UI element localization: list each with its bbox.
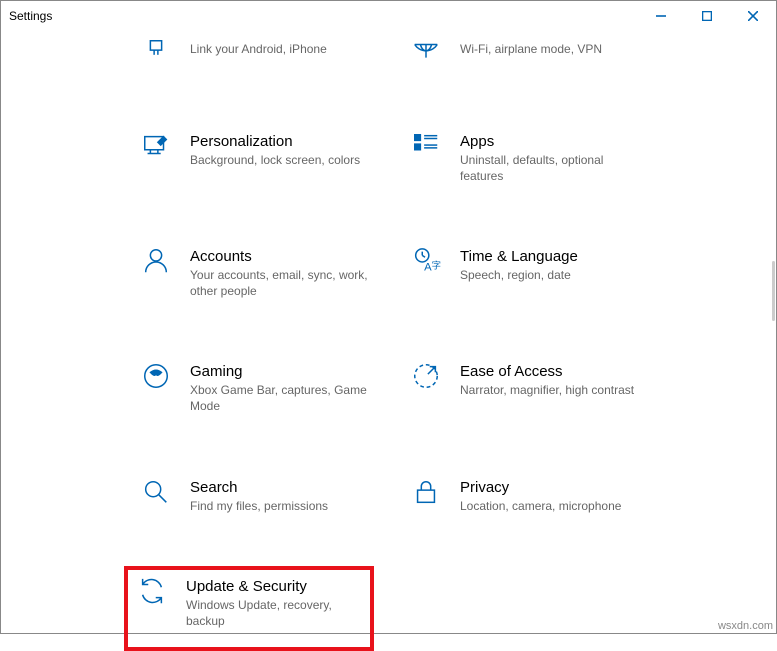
tile-sub: Xbox Game Bar, captures, Game Mode [190, 383, 370, 414]
tile-sub: Narrator, magnifier, high contrast [460, 383, 634, 399]
globe-icon [410, 37, 442, 69]
tile-personalization[interactable]: Personalization Background, lock screen,… [136, 129, 401, 188]
search-icon [140, 477, 172, 509]
highlight-update-security: Update & Security Windows Update, recove… [124, 566, 374, 651]
tile-apps[interactable]: Apps Uninstall, defaults, optional featu… [406, 129, 671, 188]
gaming-icon [140, 361, 172, 393]
tile-sub: Wi-Fi, airplane mode, VPN [460, 42, 602, 58]
tile-gaming[interactable]: Gaming Xbox Game Bar, captures, Game Mod… [136, 359, 401, 418]
tile-phone[interactable]: Link your Android, iPhone [136, 35, 401, 73]
tile-title: Time & Language [460, 248, 578, 265]
tile-title: Privacy [460, 479, 621, 496]
maximize-button[interactable] [684, 1, 730, 31]
svg-text:字: 字 [432, 260, 441, 271]
settings-window: Settings Link your Android, iPhone [0, 0, 777, 634]
window-title: Settings [9, 9, 52, 23]
scrollbar[interactable] [759, 31, 775, 632]
tile-sub: Your accounts, email, sync, work, other … [190, 268, 370, 299]
tile-update-security[interactable]: Update & Security Windows Update, recove… [136, 578, 362, 629]
tile-title: Search [190, 479, 328, 496]
scrollbar-thumb[interactable] [772, 261, 775, 321]
tile-sub: Location, camera, microphone [460, 499, 621, 515]
tile-title: Gaming [190, 363, 370, 380]
tile-network[interactable]: Wi-Fi, airplane mode, VPN [406, 35, 671, 73]
window-controls [638, 1, 776, 31]
minimize-button[interactable] [638, 1, 684, 31]
sync-icon [136, 576, 168, 608]
close-button[interactable] [730, 1, 776, 31]
tile-ease-of-access[interactable]: Ease of Access Narrator, magnifier, high… [406, 359, 671, 418]
titlebar: Settings [1, 1, 776, 31]
tile-sub: Uninstall, defaults, optional features [460, 153, 640, 184]
settings-content: Link your Android, iPhone Wi-Fi, airplan… [1, 35, 776, 651]
tile-sub: Speech, region, date [460, 268, 578, 284]
time-language-icon: A字 [410, 246, 442, 278]
tile-title: Personalization [190, 133, 360, 150]
tile-sub: Background, lock screen, colors [190, 153, 360, 169]
phone-icon [140, 37, 172, 69]
tile-time-language[interactable]: A字 Time & Language Speech, region, date [406, 244, 671, 303]
lock-icon [410, 477, 442, 509]
tile-privacy[interactable]: Privacy Location, camera, microphone [406, 475, 671, 519]
tile-sub: Windows Update, recovery, backup [186, 598, 362, 629]
tile-title: Update & Security [186, 578, 362, 595]
tile-accounts[interactable]: Accounts Your accounts, email, sync, wor… [136, 244, 401, 303]
tile-title: Accounts [190, 248, 370, 265]
tile-sub: Find my files, permissions [190, 499, 328, 515]
ease-of-access-icon [410, 361, 442, 393]
personalization-icon [140, 131, 172, 163]
watermark: wsxdn.com [718, 620, 773, 632]
tile-search[interactable]: Search Find my files, permissions [136, 475, 401, 519]
person-icon [140, 246, 172, 278]
tile-title: Ease of Access [460, 363, 634, 380]
apps-icon [410, 131, 442, 163]
tile-sub: Link your Android, iPhone [190, 42, 327, 58]
tile-title: Apps [460, 133, 640, 150]
settings-grid: Link your Android, iPhone Wi-Fi, airplan… [136, 35, 776, 651]
